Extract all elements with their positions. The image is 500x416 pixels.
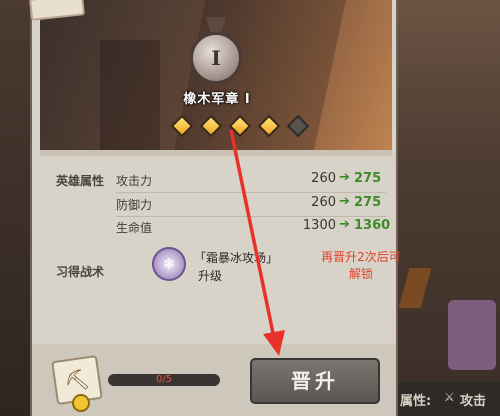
background-decoration — [448, 300, 496, 370]
divider — [40, 150, 392, 156]
rank-title: 橡木军章 I — [183, 92, 251, 107]
skill-name: 「霜暴冰攻场」 — [194, 251, 279, 265]
rank-numeral: I — [211, 46, 221, 70]
snowflake-icon: ❄ — [162, 255, 176, 273]
star-filled-icon — [228, 114, 252, 138]
stat-row-attack: 攻击力 260 ➔ 275 — [116, 168, 386, 194]
medal-badge: I — [190, 32, 242, 84]
stat-name: 防御力 — [116, 198, 153, 212]
sword-icon: ⚔ — [444, 390, 455, 404]
frost-skill-icon[interactable]: ❄ — [152, 247, 186, 281]
attribute-label: 属性: — [400, 394, 432, 409]
stat-name: 生命值 — [116, 221, 153, 235]
material-coin-badge — [72, 394, 90, 412]
stat-current: 260 — [311, 195, 336, 210]
star-filled-icon — [170, 114, 194, 138]
bottom-info-strip: 属性: ⚔ 攻击 — [398, 382, 500, 416]
attack-type-label: 攻击 — [460, 394, 487, 409]
learned-tactic-label: 习得战术 — [55, 265, 104, 279]
rank-stars — [170, 114, 310, 142]
stat-current: 1300 — [302, 218, 336, 233]
green-arrow-icon: ➔ — [339, 217, 350, 232]
background-right — [398, 0, 500, 416]
stat-next: 1360 — [354, 218, 391, 233]
promote-button[interactable]: 晋升 — [250, 358, 380, 404]
green-arrow-icon: ➔ — [339, 194, 350, 209]
star-empty-icon — [286, 114, 310, 138]
star-filled-icon — [257, 114, 281, 138]
hero-attributes-label: 英雄属性 — [55, 174, 104, 188]
stat-current: 260 — [311, 171, 336, 186]
skill-upgrade-label: 升级 — [198, 269, 223, 283]
stat-next: 275 — [354, 171, 382, 186]
stat-next: 275 — [354, 195, 382, 210]
stat-name: 攻击力 — [116, 174, 153, 188]
stat-row-hp: 生命值 1300 ➔ 1360 — [116, 215, 390, 241]
material-progress-text: 0/5 — [155, 374, 173, 385]
promotion-panel: I 橡木军章 I 英雄属性 攻击力 260 ➔ 275 防御力 260 ➔ 27… — [28, 0, 401, 416]
medal-icon: I — [186, 17, 246, 97]
green-arrow-icon: ➔ — [339, 170, 350, 185]
star-filled-icon — [199, 114, 223, 138]
unlock-requirement: 再晋升2次后可解锁 — [321, 250, 401, 281]
